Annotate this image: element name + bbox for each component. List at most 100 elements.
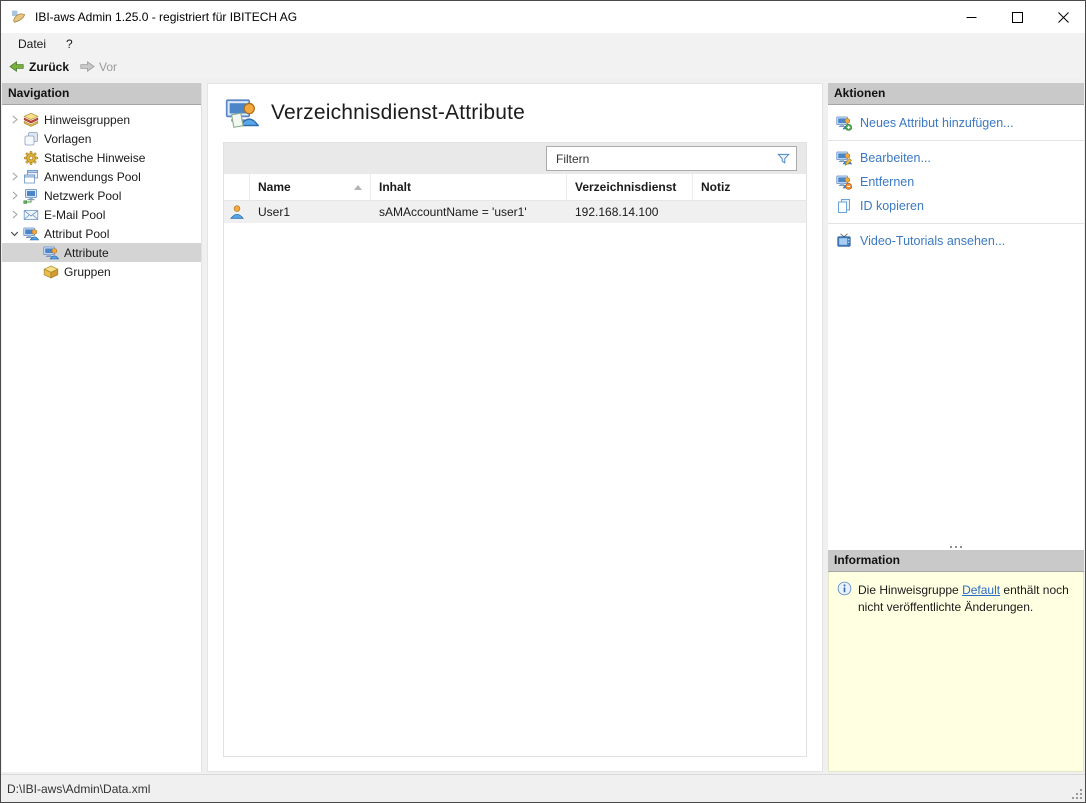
column-header-verzeichnisdienst[interactable]: Verzeichnisdienst [567, 174, 693, 200]
column-header-label: Inhalt [379, 180, 411, 194]
cell-name: User1 [250, 205, 371, 219]
notice-group-icon [23, 112, 39, 128]
table-header-row: Name Inhalt VerzeichnisdienstNotiz [224, 174, 806, 201]
menu-item-help[interactable]: ? [56, 35, 83, 53]
action-entfernen[interactable]: Entfernen [828, 170, 1084, 194]
action-bearbeiten[interactable]: Bearbeiten... [828, 146, 1084, 170]
sidebar-item-anwendungs-pool[interactable]: Anwendungs Pool [2, 167, 201, 186]
copy-icon [836, 198, 852, 214]
cell-inhalt: sAMAccountName = 'user1' [371, 205, 567, 219]
filter-strip [224, 143, 806, 174]
right-panel: Aktionen Neues Attribut hinzufügen... Bea… [828, 83, 1084, 772]
default-group-link[interactable]: Default [962, 583, 1000, 597]
maximize-button[interactable] [993, 1, 1039, 33]
maximize-icon [1012, 12, 1023, 23]
sidebar-item-label: Attribute [64, 246, 109, 260]
user-monitor-add-icon [836, 115, 852, 131]
sidebar-item-hinweisgruppen[interactable]: Hinweisgruppen [2, 110, 201, 129]
table-body: User1sAMAccountName = 'user1'192.168.14.… [224, 201, 806, 756]
chevron-spacer [26, 264, 43, 280]
sidebar-item-label: Anwendungs Pool [44, 170, 141, 184]
navigation-header: Navigation [2, 83, 201, 105]
column-header-name[interactable]: Name [250, 174, 371, 200]
main-panel: Verzeichnisdienst-Attribute Name Inhalt Ve… [207, 83, 823, 772]
chevron-spacer [26, 245, 43, 261]
back-arrow-icon [9, 59, 25, 75]
column-header-icon[interactable] [224, 174, 250, 200]
information-text-before: Die Hinweisgruppe [858, 583, 962, 597]
row-icon-cell [224, 204, 250, 220]
page-title: Verzeichnisdienst-Attribute [271, 101, 525, 125]
templates-icon [23, 131, 39, 147]
close-button[interactable] [1039, 1, 1085, 33]
content-area: Navigation Hinweisgruppen Vorlagen Statisc… [1, 79, 1085, 774]
sidebar-item-vorlagen[interactable]: Vorlagen [2, 129, 201, 148]
column-header-notiz[interactable]: Notiz [693, 174, 806, 200]
column-header-inhalt[interactable]: Inhalt [371, 174, 567, 200]
panel-splitter-handle[interactable] [828, 539, 1084, 550]
forward-button[interactable]: Vor [74, 57, 122, 77]
cell-verzeichnisdienst: 192.168.14.100 [567, 205, 693, 219]
sidebar-item-netzwerk-pool[interactable]: Netzwerk Pool [2, 186, 201, 205]
information-header: Information [828, 550, 1084, 572]
attributes-table-box: Name Inhalt VerzeichnisdienstNotiz User1sA… [223, 142, 807, 757]
action-neues-attribut-hinzufuegen[interactable]: Neues Attribut hinzufügen... [828, 111, 1084, 135]
actions-list: Neues Attribut hinzufügen... Bearbeiten..… [828, 105, 1084, 539]
sidebar-item-e-mail-pool[interactable]: E-Mail Pool [2, 205, 201, 224]
action-label: Entfernen [860, 175, 914, 189]
sidebar-item-label: Hinweisgruppen [44, 113, 130, 127]
tv-icon [836, 233, 852, 249]
action-id-kopieren[interactable]: ID kopieren [828, 194, 1084, 218]
action-label: Bearbeiten... [860, 151, 931, 165]
minimize-button[interactable] [947, 1, 993, 33]
sidebar-item-attribut-pool[interactable]: Attribut Pool [2, 224, 201, 243]
chevron-down-icon[interactable] [6, 226, 23, 242]
navigation-tree: Hinweisgruppen Vorlagen Statische Hinweise… [2, 105, 201, 772]
user-monitor-remove-icon [836, 174, 852, 190]
actions-separator [828, 223, 1084, 224]
group-box-icon [43, 264, 59, 280]
sidebar-item-label: Statische Hinweise [44, 151, 145, 165]
chevron-right-icon[interactable] [6, 188, 23, 204]
chevron-right-icon[interactable] [6, 207, 23, 223]
menu-item-datei[interactable]: Datei [8, 35, 56, 53]
email-icon [23, 207, 39, 223]
table-row[interactable]: User1sAMAccountName = 'user1'192.168.14.… [224, 201, 806, 223]
action-label: Video-Tutorials ansehen... [860, 234, 1005, 248]
filter-input[interactable] [547, 152, 776, 166]
main-header: Verzeichnisdienst-Attribute [225, 96, 807, 130]
app-window: IBI-aws Admin 1.25.0 - registriert für I… [0, 0, 1086, 803]
forward-button-label: Vor [99, 60, 117, 74]
forward-arrow-icon [79, 59, 95, 75]
filter-funnel-icon[interactable] [776, 151, 791, 166]
action-label: Neues Attribut hinzufügen... [860, 116, 1014, 130]
close-icon [1058, 12, 1069, 23]
app-logo-icon [11, 9, 27, 25]
sidebar-item-gruppen[interactable]: Gruppen [2, 262, 201, 281]
sidebar-item-statische-hinweise[interactable]: Statische Hinweise [2, 148, 201, 167]
actions-header: Aktionen [828, 83, 1084, 105]
chevron-right-icon[interactable] [6, 112, 23, 128]
action-video-tutorials-ansehen[interactable]: Video-Tutorials ansehen... [828, 229, 1084, 253]
sidebar-item-label: E-Mail Pool [44, 208, 105, 222]
sidebar-item-attribute[interactable]: Attribute [2, 243, 201, 262]
sidebar-item-label: Gruppen [64, 265, 111, 279]
status-bar: D:\IBI-aws\Admin\Data.xml [1, 774, 1085, 802]
user-monitor-icon [23, 226, 39, 242]
user-icon [229, 204, 245, 220]
sidebar-item-label: Attribut Pool [44, 227, 109, 241]
back-button-label: Zurück [29, 60, 69, 74]
sidebar-item-label: Vorlagen [44, 132, 91, 146]
chevron-right-icon[interactable] [6, 169, 23, 185]
window-controls [947, 1, 1085, 33]
network-monitor-icon [23, 188, 39, 204]
navigation-panel: Navigation Hinweisgruppen Vorlagen Statisc… [2, 83, 202, 772]
window-title: IBI-aws Admin 1.25.0 - registriert für I… [35, 10, 297, 24]
resize-grip[interactable] [1070, 787, 1082, 799]
chevron-spacer [6, 150, 23, 166]
actions-separator [828, 140, 1084, 141]
actions-panel: Aktionen Neues Attribut hinzufügen... Bea… [828, 83, 1084, 550]
back-button[interactable]: Zurück [4, 57, 74, 77]
gear-icon [23, 150, 39, 166]
toolbar: Zurück Vor [1, 54, 1085, 79]
